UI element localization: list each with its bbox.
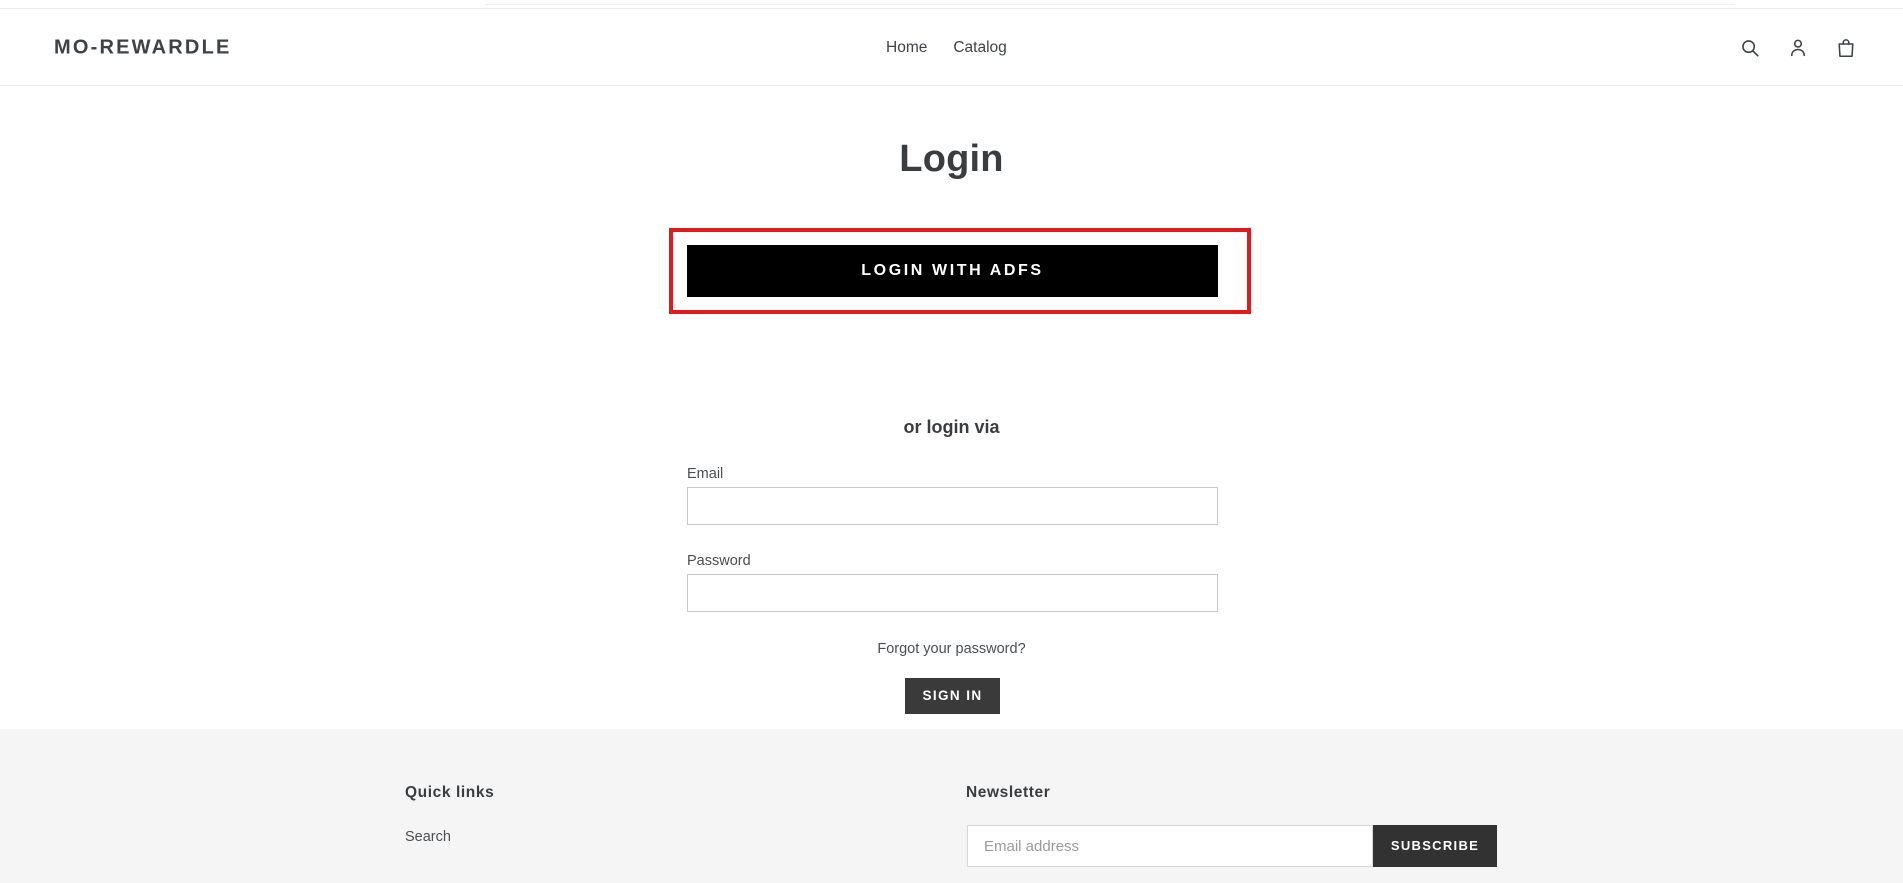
- login-with-adfs-button[interactable]: LOGIN WITH ADFS: [687, 245, 1218, 297]
- nav-item-home[interactable]: Home: [886, 39, 927, 57]
- site-header: MO-REWARDLE Home Catalog: [0, 10, 1903, 86]
- page-top-rule: [485, 4, 1735, 5]
- email-label: Email: [687, 466, 724, 482]
- cart-icon[interactable]: [1835, 36, 1857, 60]
- email-field[interactable]: [687, 487, 1218, 525]
- nav-item-catalog[interactable]: Catalog: [953, 39, 1006, 57]
- sign-in-button[interactable]: SIGN IN: [905, 678, 1000, 714]
- main-content: Login LOGIN WITH ADFS or login via Email…: [0, 86, 1903, 754]
- header-icon-group: [1739, 36, 1857, 60]
- or-login-via-text: or login via: [903, 417, 1000, 437]
- quick-links-heading: Quick links: [405, 784, 495, 801]
- footer-link-search-wrap: Search: [405, 829, 451, 845]
- account-icon[interactable]: [1787, 36, 1809, 60]
- page-title: Login: [899, 138, 1004, 180]
- newsletter-email-input[interactable]: [967, 825, 1373, 867]
- forgot-password-link-wrap: Forgot your password?: [0, 641, 1903, 657]
- password-label: Password: [687, 553, 751, 569]
- page-top-edge: [0, 0, 1903, 9]
- password-field[interactable]: [687, 574, 1218, 612]
- main-navigation: Home Catalog: [886, 39, 1007, 57]
- search-icon[interactable]: [1739, 36, 1761, 60]
- footer-link-search[interactable]: Search: [405, 829, 451, 845]
- site-footer: Quick links Search Newsletter SUBSCRIBE: [0, 729, 1903, 883]
- forgot-password-link[interactable]: Forgot your password?: [877, 641, 1025, 657]
- subscribe-button[interactable]: SUBSCRIBE: [1373, 825, 1497, 867]
- site-logo[interactable]: MO-REWARDLE: [54, 36, 232, 59]
- login-page: MO-REWARDLE Home Catalog Login LOGIN WIT…: [0, 0, 1903, 883]
- newsletter-heading: Newsletter: [966, 784, 1051, 801]
